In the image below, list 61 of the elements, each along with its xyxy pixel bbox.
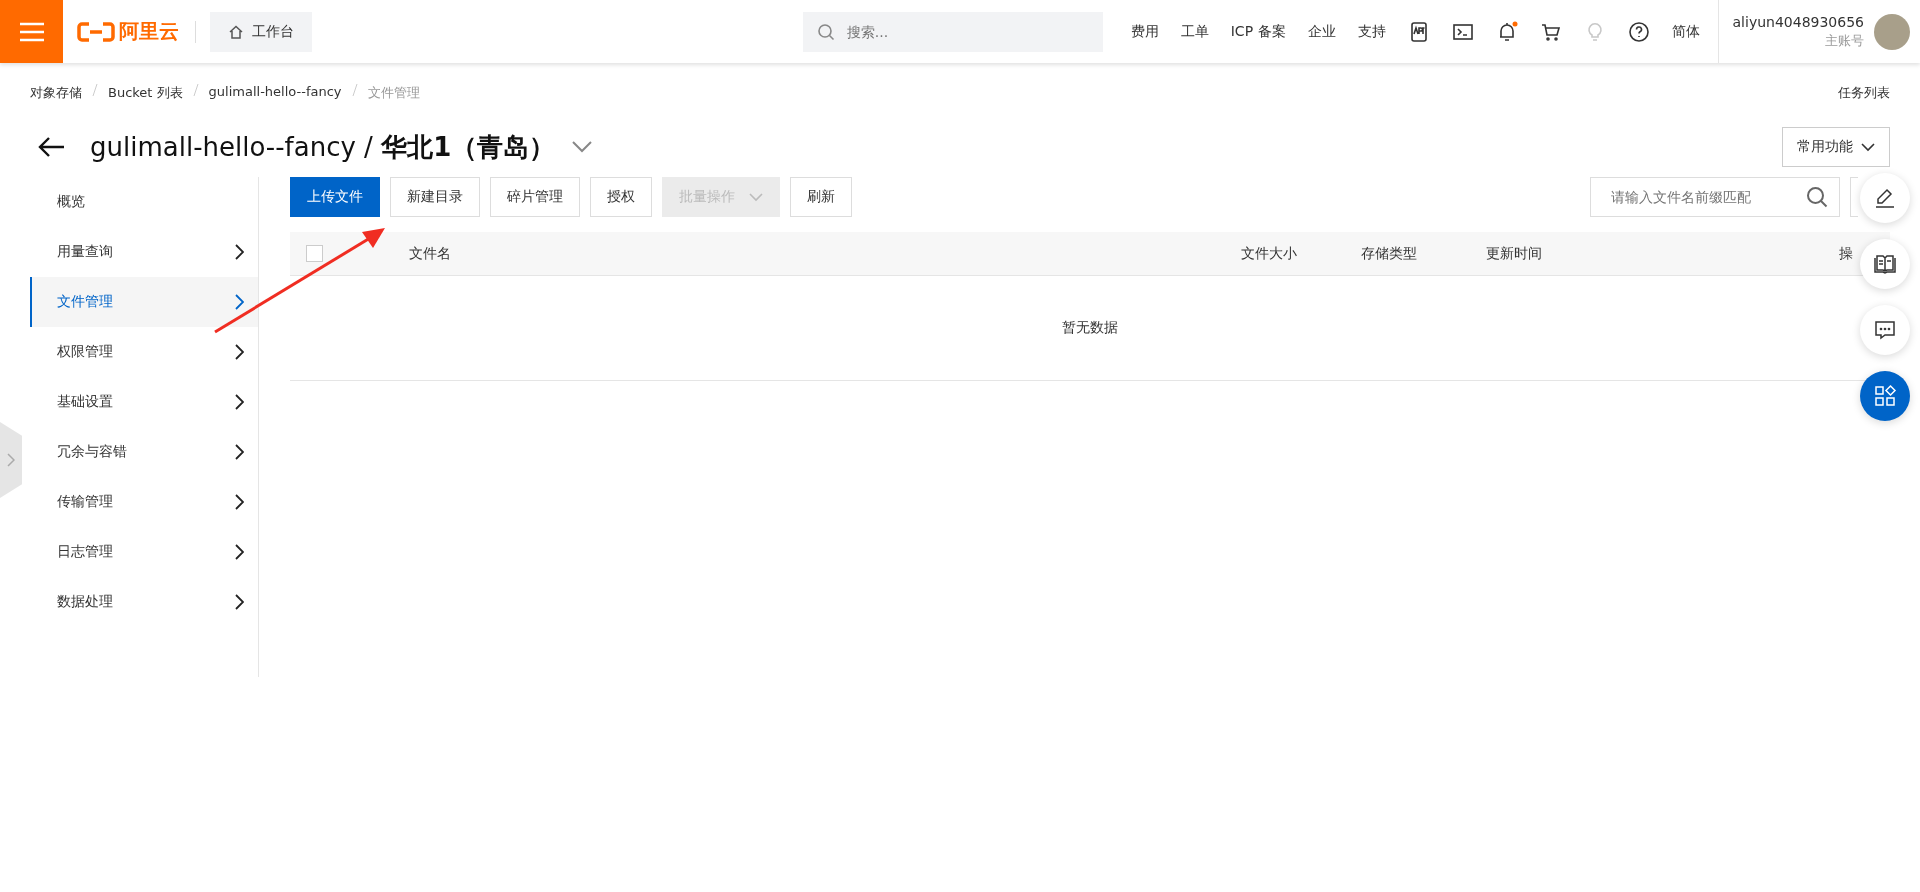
- nav-link[interactable]: 支持: [1357, 22, 1386, 41]
- breadcrumb-link[interactable]: gulimall-hello--fancy: [208, 84, 342, 102]
- back-icon[interactable]: [38, 136, 66, 158]
- edit-button[interactable]: [1860, 173, 1910, 223]
- slash-icon: [192, 84, 199, 96]
- file-search-field[interactable]: 请输入文件名前缀匹配: [1590, 177, 1840, 217]
- sidebar-item[interactable]: 概览: [30, 177, 258, 227]
- column-header: 更新时间: [1486, 244, 1543, 263]
- column-header: 操: [1839, 244, 1854, 263]
- nav-link[interactable]: 简体: [1671, 22, 1700, 41]
- toolbar-button[interactable]: 授权: [590, 177, 652, 217]
- brand-name: 阿里云: [119, 18, 179, 45]
- breadcrumb-link[interactable]: Bucket 列表: [108, 84, 183, 102]
- sidebar-item[interactable]: 文件管理: [30, 277, 258, 327]
- chevron-down-icon[interactable]: [571, 140, 594, 154]
- logo-icon: [77, 21, 115, 42]
- select-all-checkbox[interactable]: [306, 245, 323, 262]
- apps-button[interactable]: [1860, 371, 1910, 421]
- nav-link[interactable]: 工单: [1180, 22, 1209, 41]
- task-list-link[interactable]: 任务列表: [1838, 84, 1890, 102]
- sidebar-item[interactable]: 日志管理: [30, 527, 258, 577]
- chevron-down-icon: [1861, 142, 1875, 152]
- sidebar-item[interactable]: 数据处理: [30, 577, 258, 627]
- search-field[interactable]: 搜索...: [802, 11, 1103, 52]
- pencil-icon: [1873, 186, 1897, 210]
- slash-icon: [351, 84, 358, 96]
- page-title: gulimall-hello--fancy / 华北1（青岛）: [90, 130, 556, 164]
- grid-icon: [1873, 384, 1897, 408]
- column-header: 存储类型: [1361, 244, 1418, 263]
- sidebar-item[interactable]: 冗余与容错: [30, 427, 258, 477]
- common-functions-button[interactable]: 常用功能: [1782, 127, 1890, 167]
- column-header: 文件名: [409, 244, 452, 263]
- avatar[interactable]: [1874, 13, 1910, 50]
- column-header: 文件大小: [1241, 244, 1298, 263]
- toolbar-button[interactable]: 碎片管理: [490, 177, 580, 217]
- nav-link[interactable]: ICP 备案: [1230, 22, 1286, 41]
- nav-link[interactable]: 企业: [1307, 22, 1336, 41]
- help-icon[interactable]: [1627, 20, 1650, 43]
- menu-button[interactable]: [0, 0, 63, 63]
- nav-link[interactable]: 费用: [1130, 22, 1159, 41]
- sidebar-item[interactable]: 用量查询: [30, 227, 258, 277]
- sidebar-item[interactable]: 传输管理: [30, 477, 258, 527]
- breadcrumb-link[interactable]: 对象存储: [30, 84, 82, 102]
- book-icon: [1873, 252, 1897, 276]
- sidebar-item[interactable]: 基础设置: [30, 377, 258, 427]
- menu-icon: [18, 21, 45, 42]
- toolbar-button[interactable]: 新建目录: [390, 177, 480, 217]
- toolbar-button[interactable]: 上传文件: [290, 177, 380, 217]
- account-role: 主账号: [1825, 31, 1864, 50]
- slash-icon: [92, 84, 98, 96]
- empty-message: 暂无数据: [1062, 319, 1118, 337]
- sidebar-item[interactable]: 权限管理: [30, 327, 258, 377]
- search-icon[interactable]: [1806, 186, 1828, 208]
- home-icon: [228, 23, 244, 40]
- chat-icon: [1873, 318, 1897, 342]
- chat-button[interactable]: [1860, 305, 1910, 355]
- toolbar-button[interactable]: 刷新: [790, 177, 852, 217]
- chevron-right-icon: [7, 453, 15, 467]
- docs-button[interactable]: [1860, 239, 1910, 289]
- account-name[interactable]: aliyun4048930656: [1732, 13, 1864, 30]
- workbench-button[interactable]: 工作台: [210, 11, 312, 52]
